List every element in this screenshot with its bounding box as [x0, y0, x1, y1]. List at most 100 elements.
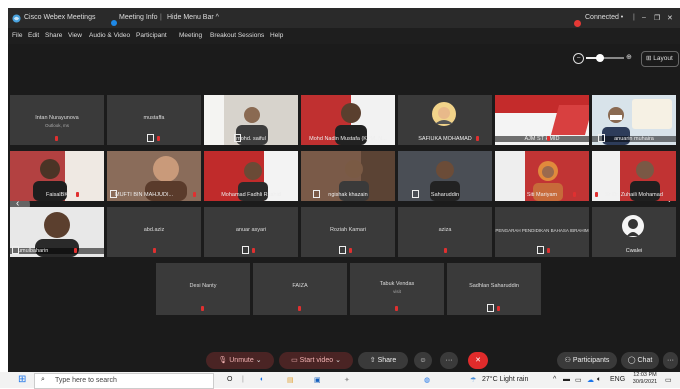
- participant-tile-sadhlan[interactable]: Sadhlan Saharuddin: [447, 263, 541, 315]
- menu-participant[interactable]: Participant: [136, 32, 167, 39]
- network-icon[interactable]: ▬: [563, 376, 570, 383]
- participant-tile-anuar[interactable]: anuar asyari: [204, 207, 298, 257]
- participant-tile-saffuka[interactable]: SAFIUKA MOHAMAD: [398, 95, 492, 145]
- more-options-button[interactable]: ···: [440, 352, 458, 369]
- participant-tile-fadhli[interactable]: Mohamad Fadhli Rashid: [204, 151, 298, 201]
- show-hidden-icons[interactable]: ^: [553, 376, 556, 383]
- video-icon: [313, 190, 320, 198]
- cloud-icon[interactable]: ☁: [587, 376, 594, 384]
- weather-text: 27°C Light rain: [482, 376, 529, 383]
- menu-meeting[interactable]: Meeting: [179, 32, 202, 39]
- participant-name: Cwalei: [625, 248, 643, 254]
- participant-tile-umul[interactable]: umulbaharin: [10, 207, 104, 257]
- language-indicator[interactable]: ENG: [610, 376, 625, 383]
- restore-button[interactable]: ❐: [654, 14, 660, 22]
- participant-name: Roziah Kamari: [329, 227, 367, 233]
- participant-tile-cwalei[interactable]: Cwalei: [592, 207, 676, 257]
- webex-taskbar-icon[interactable]: ◍: [424, 376, 430, 384]
- mic-muted-icon: [573, 192, 576, 197]
- mic-muted-icon: [595, 192, 598, 197]
- participant-tile-ajm[interactable]: AJM ST HMID: [495, 95, 589, 145]
- mic-muted-icon: [497, 306, 500, 311]
- taskbar-clock[interactable]: 12:03 PM 30/9/2021: [630, 372, 660, 388]
- participant-tile-abd-aziz[interactable]: abd.aziz: [107, 207, 201, 257]
- notifications-icon[interactable]: ▭: [665, 376, 672, 384]
- participant-tile-mohd-saiful[interactable]: mohd. saiful: [204, 95, 298, 145]
- participant-tile-siti[interactable]: Siti Mariyam: [495, 151, 589, 201]
- close-icon: ✕: [475, 357, 481, 364]
- reactions-button[interactable]: ☺: [414, 352, 432, 369]
- mic-muted-icon: [252, 248, 255, 253]
- windows-start-icon[interactable]: ⊞: [18, 374, 26, 385]
- avatar: [432, 102, 456, 126]
- participant-tile-intan[interactable]: Intan Nurayunova Outlook, ms: [10, 95, 104, 145]
- share-icon: ⇧: [369, 357, 376, 364]
- participant-name: aziza: [438, 227, 452, 233]
- zoom-slider[interactable]: [586, 54, 624, 62]
- more-icon: ···: [445, 357, 453, 364]
- meeting-info-button[interactable]: Meeting Info: [119, 14, 158, 21]
- close-window-button[interactable]: ✕: [667, 14, 673, 22]
- menu-file[interactable]: File: [12, 32, 22, 39]
- unmute-button[interactable]: 🎙︎ Unmute ⌄: [206, 352, 274, 369]
- participant-tile-faiza[interactable]: FAIZA: [253, 263, 347, 315]
- layout-button[interactable]: ⊞ Layout: [641, 51, 679, 67]
- menu-help[interactable]: Help: [270, 32, 283, 39]
- participant-name: FAIZA: [292, 283, 308, 289]
- clock-time: 12:03 PM: [633, 372, 657, 378]
- share-button[interactable]: ⇧ Share: [358, 352, 408, 369]
- participant-tile-mufti[interactable]: MUFTI BIN MAHJUDI...: [107, 151, 201, 201]
- task-view-icon[interactable]: O: [227, 376, 232, 383]
- start-video-button[interactable]: ▭ Start video ⌄: [279, 352, 353, 369]
- minimize-button[interactable]: –: [642, 14, 646, 21]
- webex-logo-icon: [12, 14, 21, 25]
- participant-tile-mustaffa[interactable]: mustaffa: [107, 95, 201, 145]
- participant-tile-faisal[interactable]: FaisalBK: [10, 151, 104, 201]
- leave-meeting-button[interactable]: ✕: [468, 352, 488, 369]
- mic-muted-icon: [298, 306, 301, 311]
- menu-bar: File Edit Share View Audio & Video Parti…: [8, 28, 680, 44]
- participant-tile-pengarah[interactable]: PENGARAH PENDIDIKAN BAHASA IBRAHIM: [495, 207, 589, 257]
- chat-button[interactable]: ◯ Chat: [621, 352, 659, 369]
- participant-tile-desi[interactable]: Desi Nanty: [156, 263, 250, 315]
- zoom-slider-handle[interactable]: [596, 54, 604, 62]
- participant-name: Mohd Nadin Mustafa (KPM, N...: [309, 136, 387, 142]
- participant-tile-roziah[interactable]: Roziah Kamari: [301, 207, 395, 257]
- taskbar-search-box[interactable]: ⌕ Type here to search: [34, 373, 214, 389]
- video-icon: [598, 134, 605, 142]
- meeting-controls-bar: 🎙︎ Unmute ⌄ ▭ Start video ⌄ ⇧ Share ☺ ··…: [8, 344, 680, 372]
- zoom-in-icon[interactable]: ⊕: [626, 53, 632, 61]
- clock-date: 30/9/2021: [632, 379, 658, 385]
- participant-name: Mohamad Fadhli Rashid: [221, 192, 281, 198]
- title-bar: Cisco Webex Meetings Meeting Info | Hide…: [8, 8, 680, 28]
- chevron-down-icon: ⌄: [335, 357, 341, 364]
- title-separator-2: |: [633, 14, 635, 21]
- mic-muted-icon: [55, 136, 58, 141]
- participant-tile-mohd-nadin[interactable]: Mohd Nadin Mustafa (KPM, N...: [301, 95, 395, 145]
- participant-tile-ngishak[interactable]: ngishak khazain: [301, 151, 395, 201]
- menu-breakout-sessions[interactable]: Breakout Sessions: [210, 32, 264, 39]
- participant-tile-anuarin[interactable]: anuarin muhaira: [592, 95, 676, 145]
- mic-muted-icon: [157, 136, 160, 141]
- zoom-out-icon[interactable]: −: [573, 53, 584, 64]
- hide-menu-bar-button[interactable]: Hide Menu Bar ^: [167, 14, 219, 21]
- participant-tile-tabuk[interactable]: Tabuk Vendas visit: [350, 263, 444, 315]
- menu-view[interactable]: View: [68, 32, 82, 39]
- video-off-icon: [537, 246, 544, 254]
- participant-tile-saharuddin[interactable]: Saharuddin: [398, 151, 492, 201]
- menu-share[interactable]: Share: [45, 32, 62, 39]
- menu-edit[interactable]: Edit: [28, 32, 39, 39]
- app-icon[interactable]: ✦: [344, 376, 350, 384]
- menu-audio-video[interactable]: Audio & Video: [89, 32, 130, 39]
- participant-tile-aziza[interactable]: aziza: [398, 207, 492, 257]
- participants-button[interactable]: ⚇ Participants: [557, 352, 617, 369]
- store-icon[interactable]: ▣: [314, 376, 321, 384]
- file-explorer-icon[interactable]: ▤: [287, 376, 294, 384]
- battery-icon[interactable]: ▭: [575, 376, 582, 384]
- participant-tile-zuhaili[interactable]: Sr Dr. Zuhaili Mohamad: [592, 151, 676, 201]
- edge-browser-icon[interactable]: ◐: [260, 376, 264, 383]
- panel-more-button[interactable]: ···: [663, 352, 678, 369]
- volume-icon[interactable]: 🔈︎: [597, 376, 601, 384]
- video-off-icon: [242, 246, 249, 254]
- video-icon: [110, 190, 117, 198]
